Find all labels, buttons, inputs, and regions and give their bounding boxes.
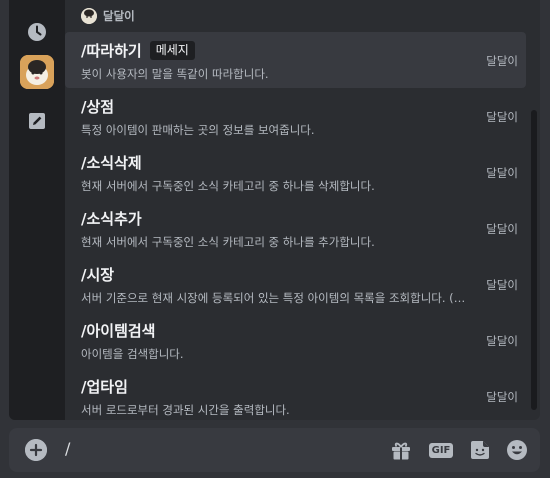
command-item[interactable]: /소식추가현재 서버에서 구독중인 소식 카테고리 중 하나를 추가합니다. 달달…	[65, 200, 526, 256]
command-title-row: /시장	[81, 264, 514, 284]
pencil-icon	[29, 113, 45, 129]
command-bot-name: 달달이	[486, 166, 518, 180]
sticker-icon	[471, 441, 489, 459]
command-bot-name: 달달이	[486, 334, 518, 348]
command-item[interactable]: /따라하기 메세지봇이 사용자의 말을 똑같이 따라합니다. 달달이	[65, 32, 526, 88]
command-bot-name: 달달이	[486, 110, 518, 124]
command-list: /따라하기 메세지봇이 사용자의 말을 똑같이 따라합니다. 달달이/상점특정 아이…	[65, 32, 526, 420]
emoji-icon	[507, 440, 527, 460]
command-picker-popup: 달달이 /따라하기 메세지봇이 사용자의 말을 똑같이 따라합니다. 달달이/상점특…	[9, 0, 540, 420]
section-header: 달달이	[81, 8, 135, 24]
command-description: 특정 아이템이 판매하는 곳의 정보를 보여줍니다.	[81, 123, 315, 137]
command-item[interactable]: /업타임서버 로드로부터 경과된 시간을 출력합니다. 달달이	[65, 368, 526, 420]
emoji-button[interactable]	[505, 438, 529, 462]
message-input-bar: / GIF	[9, 428, 540, 472]
command-name: /소식추가	[81, 209, 142, 228]
clock-icon	[28, 23, 46, 41]
gif-button[interactable]: GIF	[428, 438, 454, 462]
command-list-area: 달달이 /따라하기 메세지봇이 사용자의 말을 똑같이 따라합니다. 달달이/상점특…	[65, 0, 540, 420]
message-input[interactable]: /	[65, 439, 70, 458]
sticker-button[interactable]	[468, 438, 492, 462]
upload-button[interactable]	[25, 439, 47, 461]
command-bot-name: 달달이	[486, 278, 518, 292]
command-option-tag: 메세지	[149, 40, 195, 60]
bot-mini-avatar	[81, 8, 97, 24]
command-item[interactable]: /시장서버 기준으로 현재 시장에 등록되어 있는 특정 아이템의 목록을 조회…	[65, 256, 526, 312]
command-title-row: /소식삭제	[81, 152, 514, 172]
bot-avatar	[20, 55, 54, 89]
recent-commands-button[interactable]	[21, 16, 53, 48]
command-title-row: /아이템검색	[81, 320, 514, 340]
command-bot-name: 달달이	[486, 390, 518, 404]
command-name: /업타임	[81, 377, 128, 396]
command-name: /소식삭제	[81, 153, 142, 172]
command-name: /상점	[81, 97, 115, 116]
command-title-row: /따라하기 메세지	[81, 40, 514, 60]
command-title-row: /소식추가	[81, 208, 514, 228]
command-description: 서버 기준으로 현재 시장에 등록되어 있는 특정 아이템의 목록을 조회합니다…	[81, 291, 471, 305]
command-bot-name: 달달이	[486, 54, 518, 68]
gift-icon	[392, 442, 410, 460]
command-title-row: /업타임	[81, 376, 514, 396]
command-title-row: /상점	[81, 96, 514, 116]
command-item[interactable]: /상점특정 아이템이 판매하는 곳의 정보를 보여줍니다. 달달이	[65, 88, 526, 144]
command-description: 현재 서버에서 구독중인 소식 카테고리 중 하나를 삭제합니다.	[81, 179, 375, 193]
bot-category-button[interactable]	[20, 55, 54, 89]
command-item[interactable]: /아이템검색아이템을 검색합니다. 달달이	[65, 312, 526, 368]
gif-icon: GIF	[428, 442, 454, 458]
command-bot-name: 달달이	[486, 222, 518, 236]
command-description: 서버 로드로부터 경과된 시간을 출력합니다.	[81, 403, 290, 417]
command-description: 봇이 사용자의 말을 똑같이 따라합니다.	[81, 67, 269, 81]
command-category-rail	[9, 0, 65, 420]
command-description: 현재 서버에서 구독중인 소식 카테고리 중 하나를 추가합니다.	[81, 235, 375, 249]
command-name: /아이템검색	[81, 321, 156, 340]
edit-category-button[interactable]	[21, 105, 53, 137]
command-item[interactable]: /소식삭제현재 서버에서 구독중인 소식 카테고리 중 하나를 삭제합니다. 달달…	[65, 144, 526, 200]
command-name: /따라하기	[81, 41, 142, 60]
command-name: /시장	[81, 265, 115, 284]
command-description: 아이템을 검색합니다.	[81, 347, 184, 361]
plus-icon	[25, 439, 47, 461]
scrollbar[interactable]	[531, 110, 537, 410]
section-header-label: 달달이	[103, 9, 135, 23]
gift-button[interactable]	[389, 438, 413, 462]
